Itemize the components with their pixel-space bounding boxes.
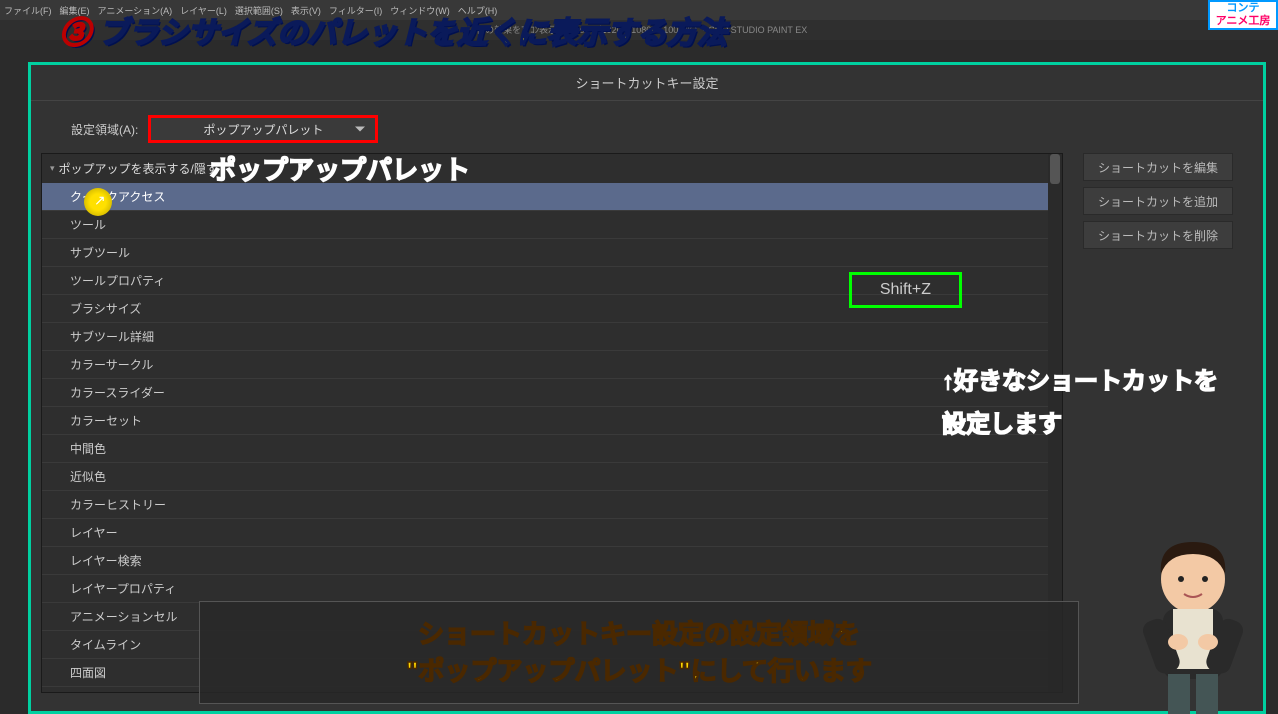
banner-number: ③ (60, 17, 90, 50)
shortcut-highlight-box: Shift+Z (849, 272, 962, 308)
list-item-label: アニメーションセル (70, 608, 178, 625)
list-item-label: カラーヒストリー (70, 496, 166, 513)
banner-text: ブラシサイズのパレットを近くに表示する方法 (98, 17, 727, 50)
list-item[interactable]: サブツール (42, 239, 1062, 267)
list-item[interactable]: カラーセット (42, 407, 1062, 435)
list-item-label: カラーサークル (70, 356, 153, 373)
list-item[interactable]: ツール (42, 211, 1062, 239)
list-item[interactable]: レイヤー検索 (42, 547, 1062, 575)
list-item-label: 中間色 (70, 440, 106, 457)
area-select-value: ポップアップパレット (203, 121, 323, 138)
area-label: 設定領域(A): (71, 121, 138, 138)
list-item-label: ツールプロパティ (70, 272, 165, 289)
list-item-label: 近似色 (70, 468, 106, 485)
list-item[interactable]: レイヤー (42, 519, 1062, 547)
area-select-dropdown[interactable]: ポップアップパレット (148, 115, 378, 143)
list-item-label: サブツール詳細 (70, 328, 154, 345)
list-item[interactable]: カラーサークル (42, 351, 1062, 379)
list-item[interactable]: サブツール詳細 (42, 323, 1062, 351)
list-item[interactable]: 中間色 (42, 435, 1062, 463)
tutorial-banner: ③ ブラシサイズのパレットを近くに表示する方法 (60, 8, 727, 52)
list-item-label: レイヤー (70, 524, 118, 541)
list-item-label: 四面図 (70, 664, 106, 681)
add-shortcut-button[interactable]: ショートカットを追加 (1083, 187, 1233, 215)
channel-logo: コンテアニメ工房 (1208, 0, 1278, 30)
delete-shortcut-button[interactable]: ショートカットを削除 (1083, 221, 1233, 249)
edit-shortcut-button[interactable]: ショートカットを編集 (1083, 153, 1233, 181)
subtitle-caption: ショートカットキー設定の設定領域を "ポップアップパレット"にして行います (199, 601, 1079, 704)
dialog-title: ショートカットキー設定 (31, 65, 1263, 101)
shortcut-value: Shift+Z (880, 281, 931, 298)
list-item[interactable]: カラーヒストリー (42, 491, 1062, 519)
list-item-label: カラーセット (70, 412, 142, 429)
list-item-label: レイヤープロパティ (70, 580, 176, 597)
annotation-popup-palette: ポップアップパレット (210, 150, 470, 187)
presenter-avatar (1118, 524, 1268, 714)
list-item[interactable]: クイックアクセス (42, 183, 1062, 211)
list-item-label: レイヤー検索 (70, 552, 142, 569)
list-item-label: ブラシサイズ (70, 300, 141, 317)
list-item-label: サブツール (70, 244, 130, 261)
list-item[interactable]: レイヤープロパティ (42, 575, 1062, 603)
tree-header[interactable]: ポップアップを表示する/隠す (42, 154, 1062, 183)
cursor-highlight (84, 188, 112, 216)
list-item[interactable]: 近似色 (42, 463, 1062, 491)
list-item-label: ツール (70, 216, 106, 233)
list-item-label: ナビゲーター (70, 692, 142, 693)
annotation-set-shortcut: ↑好きなショートカットを 設定します (942, 360, 1218, 446)
list-item-label: カラースライダー (70, 384, 165, 401)
settings-area-row: 設定領域(A): ポップアップパレット (31, 101, 1263, 153)
list-item[interactable]: カラースライダー (42, 379, 1062, 407)
menu-file[interactable]: ファイル(F) (4, 4, 52, 17)
list-item-label: タイムライン (70, 636, 141, 653)
